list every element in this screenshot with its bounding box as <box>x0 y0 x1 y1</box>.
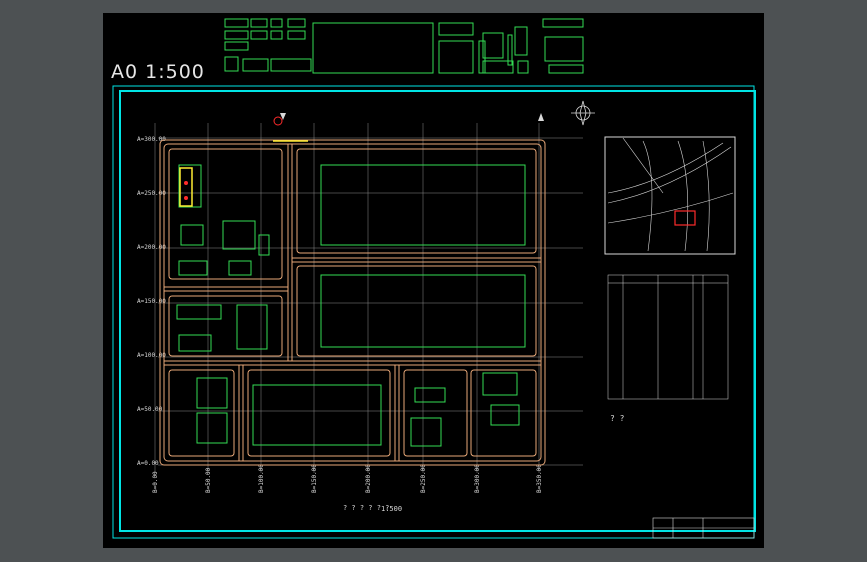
grid-col-label: B=50.00 <box>205 467 212 493</box>
grid-col-label: B=150.00 <box>311 464 318 493</box>
grid-col-label: B=0.00 <box>152 471 159 493</box>
grid-row-label: A=50.00 <box>137 406 163 413</box>
marker-dot <box>184 181 188 185</box>
grid-row-label: A=200.00 <box>137 244 166 251</box>
buildings <box>176 164 526 447</box>
gas-pipeline <box>179 140 308 207</box>
grid-col-label: B=100.00 <box>258 464 265 493</box>
grid-row-labels: A=300.00 A=250.00 A=200.00 A=150.00 A=10… <box>137 136 166 467</box>
grid-row-label: A=300.00 <box>137 136 166 143</box>
location-pin-icon <box>273 116 283 126</box>
notes-heading: ? ? <box>610 414 625 423</box>
header-stamps <box>224 18 584 74</box>
plan-scale: 1:500 <box>381 505 402 513</box>
grid-col-label: B=300.00 <box>474 464 481 493</box>
grid-row-label: A=0.00 <box>137 460 159 467</box>
grid-col-label: B=250.00 <box>420 464 427 493</box>
grid-row-label: A=100.00 <box>137 352 166 359</box>
markers <box>184 113 544 200</box>
grid-col-labels: B=0.00 B=50.00 B=100.00 B=150.00 B=200.0… <box>152 464 543 493</box>
grid-col-label: B=200.00 <box>365 464 372 493</box>
location-map-inset <box>604 136 736 255</box>
grid-row-label: A=150.00 <box>137 298 166 305</box>
legend-table <box>607 274 729 400</box>
grid-row-label: A=250.00 <box>137 190 166 197</box>
title-block <box>652 517 755 539</box>
grid-col-label: B=350.00 <box>536 464 543 493</box>
north-arrow-icon <box>571 100 595 126</box>
cad-viewport[interactable]: A0 1:500 A=300.00 A=250.00 A=200.00 A=15… <box>103 13 764 548</box>
drawing-sheet: A=300.00 A=250.00 A=200.00 A=150.00 A=10… <box>112 18 756 539</box>
site-plan <box>159 139 546 466</box>
benchmark-triangle-icon <box>538 113 544 121</box>
marker-dot <box>184 196 188 200</box>
